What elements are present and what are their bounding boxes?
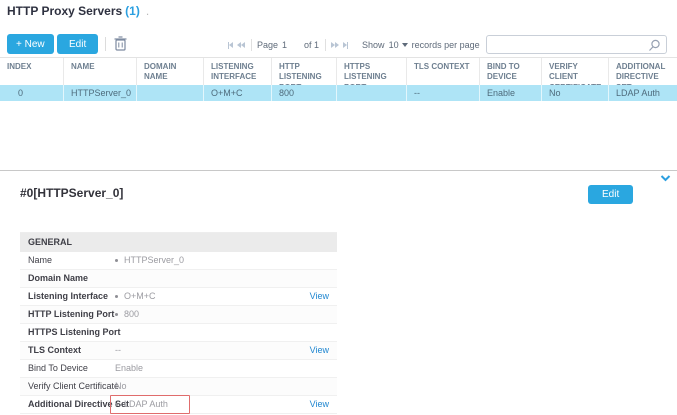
collapse-panel-button[interactable] xyxy=(658,170,672,180)
column-header-additional-directive-set[interactable]: ADDITIONAL DIRECTIVE SET xyxy=(609,58,677,85)
modified-bullet-icon xyxy=(115,403,118,406)
section-divider xyxy=(0,170,677,171)
detail-row-https-listening-port: HTTPS Listening Port xyxy=(20,324,337,342)
search-input[interactable] xyxy=(491,36,646,53)
cell-domain-name xyxy=(137,85,204,101)
table-header-row: INDEX NAME DOMAIN NAME LISTENING INTERFA… xyxy=(0,58,677,85)
detail-row-domain-name: Domain Name xyxy=(20,270,337,288)
view-link[interactable]: View xyxy=(310,288,329,305)
cell-index: 0 xyxy=(0,85,64,101)
detail-row-http-listening-port: HTTP Listening Port 800 xyxy=(20,306,337,324)
page-title: HTTP Proxy Servers(1). xyxy=(7,4,149,18)
show-label: Show xyxy=(362,40,385,50)
view-link[interactable]: View xyxy=(310,342,329,359)
next-page-icon[interactable] xyxy=(331,41,339,49)
http-proxy-servers-page: HTTP Proxy Servers(1). + New Edit Page o… xyxy=(0,0,677,415)
cell-tls-context: -- xyxy=(407,85,480,101)
modified-bullet-icon xyxy=(115,259,118,262)
last-page-icon[interactable] xyxy=(343,41,348,49)
detail-heading: #0[HTTPServer_0] xyxy=(20,186,123,200)
field-value: O+M+C xyxy=(115,288,156,305)
section-header-general: GENERAL xyxy=(20,233,337,252)
page-of-label: of 1 xyxy=(304,40,319,50)
cell-http-listening-port: 800 xyxy=(272,85,337,101)
pager-separator xyxy=(325,39,326,51)
detail-row-additional-directive-set: Additional Directive Set LDAP Auth View xyxy=(20,396,337,414)
record-count-badge: (1) xyxy=(125,4,140,18)
column-header-bind-to-device[interactable]: BIND TO DEVICE xyxy=(480,58,542,85)
column-header-tls-context[interactable]: TLS CONTEXT xyxy=(407,58,480,85)
detail-row-bind-to-device: Bind To Device Enable xyxy=(20,360,337,378)
chevron-down-icon xyxy=(660,170,671,185)
records-per-page-label: records per page xyxy=(412,40,480,50)
cell-bind-to-device: Enable xyxy=(480,85,542,101)
field-label: Domain Name xyxy=(28,270,133,287)
search-icon[interactable] xyxy=(648,39,661,57)
detail-row-listening-interface: Listening Interface O+M+C View xyxy=(20,288,337,306)
column-header-domain-name[interactable]: DOMAIN NAME xyxy=(137,58,204,85)
trash-icon xyxy=(114,39,127,54)
page-label: Page xyxy=(257,40,278,50)
toolbar-separator xyxy=(105,37,106,51)
column-header-verify-client-certificate[interactable]: VERIFY CLIENT CERTIFICATE xyxy=(542,58,609,85)
field-value: No xyxy=(115,378,127,395)
field-label: HTTPS Listening Port xyxy=(28,324,133,341)
detail-row-tls-context: TLS Context -- View xyxy=(20,342,337,360)
new-button[interactable]: + New xyxy=(7,34,54,54)
field-value: HTTPServer_0 xyxy=(115,252,184,269)
page-size-select[interactable]: 10 xyxy=(389,40,408,50)
proxy-servers-table: INDEX NAME DOMAIN NAME LISTENING INTERFA… xyxy=(0,57,677,101)
field-value: LDAP Auth xyxy=(115,396,168,413)
prev-page-icon[interactable] xyxy=(237,41,245,49)
column-header-https-listening-port[interactable]: HTTPS LISTENING PORT xyxy=(337,58,407,85)
first-page-icon[interactable] xyxy=(228,41,233,49)
cell-https-listening-port xyxy=(337,85,407,101)
page-title-text: HTTP Proxy Servers xyxy=(7,4,122,18)
table-row[interactable]: 0 HTTPServer_0 O+M+C 800 -- Enable No LD… xyxy=(0,85,677,101)
search-box xyxy=(486,35,667,54)
chevron-down-icon xyxy=(402,43,408,47)
cell-additional-directive-set: LDAP Auth xyxy=(609,85,677,101)
title-dot: . xyxy=(146,4,149,18)
cell-listening-interface: O+M+C xyxy=(204,85,272,101)
delete-button[interactable] xyxy=(113,36,128,53)
cell-verify-client-certificate: No xyxy=(542,85,609,101)
detail-edit-button[interactable]: Edit xyxy=(588,185,633,204)
pager-separator xyxy=(251,39,252,51)
field-value: 800 xyxy=(115,306,139,323)
edit-button[interactable]: Edit xyxy=(57,34,98,54)
page-size-value: 10 xyxy=(389,40,399,50)
view-link[interactable]: View xyxy=(310,396,329,413)
pagination-bar: Page of 1 Show 10 records per page xyxy=(228,38,484,52)
column-header-name[interactable]: NAME xyxy=(64,58,137,85)
field-value: Enable xyxy=(115,360,143,377)
column-header-http-listening-port[interactable]: HTTP LISTENING PORT xyxy=(272,58,337,85)
page-number-input[interactable] xyxy=(282,38,300,52)
detail-row-verify-client-certificate: Verify Client Certificate No xyxy=(20,378,337,396)
detail-panel: GENERAL Name HTTPServer_0 Domain Name Li… xyxy=(20,232,337,414)
detail-row-name: Name HTTPServer_0 xyxy=(20,252,337,270)
modified-bullet-icon xyxy=(115,313,118,316)
field-value: -- xyxy=(115,342,121,359)
cell-name: HTTPServer_0 xyxy=(64,85,137,101)
column-header-index[interactable]: INDEX xyxy=(0,58,64,85)
modified-bullet-icon xyxy=(115,295,118,298)
column-header-listening-interface[interactable]: LISTENING INTERFACE xyxy=(204,58,272,85)
